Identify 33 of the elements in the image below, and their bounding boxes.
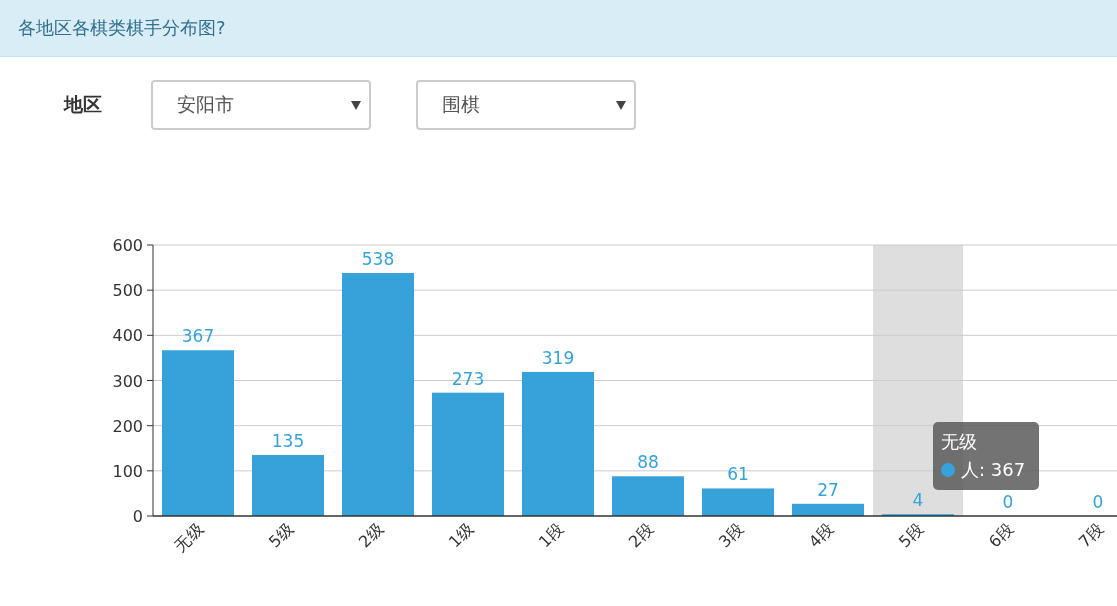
x-tick-label: 1段: [534, 519, 567, 552]
x-tick-label: 6段: [984, 519, 1017, 552]
x-tick-label: 4段: [804, 519, 837, 552]
bar-value-label: 61: [727, 464, 749, 485]
x-tick-label: 2级: [354, 519, 387, 552]
bar-value-label: 135: [271, 431, 305, 451]
bar-value-label: 0: [1002, 492, 1014, 512]
bar-value-label: 538: [361, 249, 395, 269]
page-title: 各地区各棋类棋手分布图?: [18, 16, 226, 40]
bar-value-label: 27: [817, 479, 839, 500]
y-tick-label: 600: [112, 236, 143, 255]
bar-value-label: 88: [637, 452, 659, 473]
bar-value-label: 319: [541, 347, 575, 368]
region-label: 地区: [64, 92, 103, 117]
x-tick-label: 7段: [1074, 519, 1107, 552]
bar-value-label: 4: [912, 490, 924, 511]
y-tick-label: 400: [112, 326, 143, 346]
bar-value-label: 273: [451, 368, 485, 389]
x-tick-label: 5段: [894, 519, 927, 552]
bar-value-label: 367: [181, 326, 215, 347]
y-tick-label: 100: [112, 461, 143, 481]
x-tick-label: 无级: [170, 519, 207, 556]
bar-value-label: 0: [1092, 492, 1104, 512]
tooltip-title: 无级: [941, 430, 978, 454]
tooltip-value: 人: 367: [961, 458, 1026, 482]
x-tick-label: 5级: [264, 519, 297, 552]
y-tick-label: 0: [132, 507, 143, 526]
x-tick-label: 3段: [714, 519, 747, 552]
x-tick-label: 2段: [624, 519, 657, 552]
y-tick-label: 500: [112, 281, 143, 301]
x-tick-label: 1级: [444, 519, 477, 552]
y-tick-label: 300: [112, 371, 143, 391]
y-tick-label: 200: [112, 416, 143, 436]
